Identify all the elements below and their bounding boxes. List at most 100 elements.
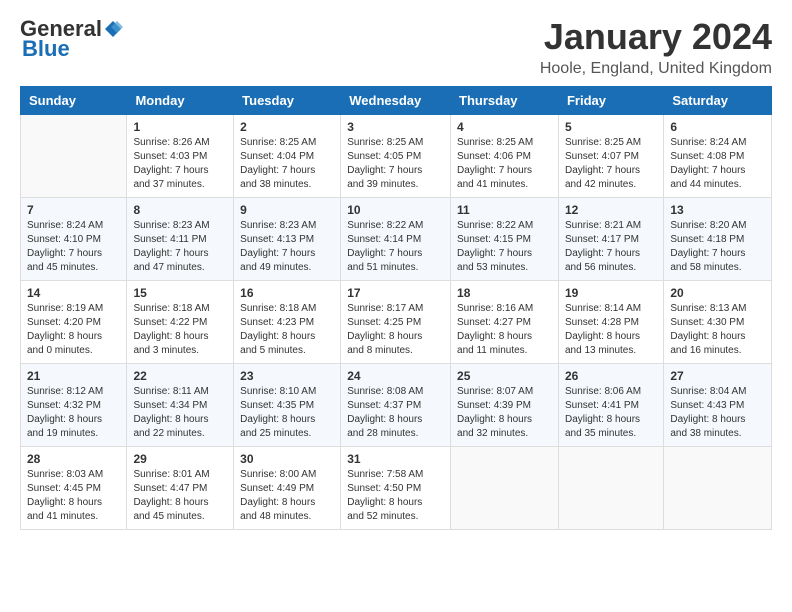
day-info: Sunrise: 8:13 AM Sunset: 4:30 PM Dayligh… (670, 302, 765, 358)
day-cell: 9 Sunrise: 8:23 AM Sunset: 4:13 PM Daylig… (234, 198, 341, 281)
day-info: Sunrise: 8:04 AM Sunset: 4:43 PM Dayligh… (670, 385, 765, 441)
day-info: Sunrise: 7:58 AM Sunset: 4:50 PM Dayligh… (347, 468, 444, 524)
day-cell: 17Sunrise: 8:17 AM Sunset: 4:25 PM Dayli… (341, 281, 451, 364)
day-info: Sunrise: 8:24 AM Sunset: 4:08 PM Dayligh… (670, 136, 765, 192)
day-cell: 28 Sunrise: 8:03 AM Sunset: 4:45 PM Dayli… (21, 447, 127, 530)
day-info: Sunrise: 8:06 AM Sunset: 4:41 PM Dayligh… (565, 385, 657, 441)
day-info: Sunrise: 8:12 AM Sunset: 4:32 PM Dayligh… (27, 385, 120, 441)
day-cell (664, 447, 772, 530)
day-number: 22 (133, 369, 227, 383)
day-cell: 5 Sunrise: 8:25 AM Sunset: 4:07 PM Daylig… (558, 115, 663, 198)
day-info: Sunrise: 8:22 AM Sunset: 4:14 PM Dayligh… (347, 219, 444, 275)
day-number: 16 (240, 286, 334, 300)
week-row-3: 14Sunrise: 8:19 AM Sunset: 4:20 PM Dayli… (21, 281, 772, 364)
day-info: Sunrise: 8:18 AM Sunset: 4:23 PM Dayligh… (240, 302, 334, 358)
logo: General Blue (20, 16, 124, 62)
day-cell: 19 Sunrise: 8:14 AM Sunset: 4:28 PM Dayli… (558, 281, 663, 364)
day-info: Sunrise: 8:11 AM Sunset: 4:34 PM Dayligh… (133, 385, 227, 441)
day-number: 21 (27, 369, 120, 383)
day-number: 15 (133, 286, 227, 300)
col-header-sunday: Sunday (21, 87, 127, 115)
col-header-thursday: Thursday (451, 87, 559, 115)
day-number: 23 (240, 369, 334, 383)
logo-blue-text: Blue (22, 36, 70, 62)
day-number: 24 (347, 369, 444, 383)
day-number: 2 (240, 120, 334, 134)
day-info: Sunrise: 8:03 AM Sunset: 4:45 PM Dayligh… (27, 468, 120, 524)
day-cell: 31 Sunrise: 7:58 AM Sunset: 4:50 PM Dayli… (341, 447, 451, 530)
month-title: January 2024 (540, 16, 772, 58)
day-number: 26 (565, 369, 657, 383)
day-cell: 15 Sunrise: 8:18 AM Sunset: 4:22 PM Dayli… (127, 281, 234, 364)
col-header-wednesday: Wednesday (341, 87, 451, 115)
col-header-friday: Friday (558, 87, 663, 115)
day-info: Sunrise: 8:10 AM Sunset: 4:35 PM Dayligh… (240, 385, 334, 441)
day-number: 5 (565, 120, 657, 134)
day-cell: 12 Sunrise: 8:21 AM Sunset: 4:17 PM Dayli… (558, 198, 663, 281)
day-number: 8 (133, 203, 227, 217)
week-row-1: 1 Sunrise: 8:26 AM Sunset: 4:03 PM Daylig… (21, 115, 772, 198)
day-info: Sunrise: 8:14 AM Sunset: 4:28 PM Dayligh… (565, 302, 657, 358)
location: Hoole, England, United Kingdom (540, 60, 772, 78)
day-number: 1 (133, 120, 227, 134)
day-cell: 21 Sunrise: 8:12 AM Sunset: 4:32 PM Dayli… (21, 364, 127, 447)
day-info: Sunrise: 8:24 AM Sunset: 4:10 PM Dayligh… (27, 219, 120, 275)
day-cell: 18 Sunrise: 8:16 AM Sunset: 4:27 PM Dayli… (451, 281, 559, 364)
day-info: Sunrise: 8:01 AM Sunset: 4:47 PM Dayligh… (133, 468, 227, 524)
day-info: Sunrise: 8:20 AM Sunset: 4:18 PM Dayligh… (670, 219, 765, 275)
day-cell: 20 Sunrise: 8:13 AM Sunset: 4:30 PM Dayli… (664, 281, 772, 364)
title-block: January 2024 Hoole, England, United King… (540, 16, 772, 78)
day-info: Sunrise: 8:25 AM Sunset: 4:07 PM Dayligh… (565, 136, 657, 192)
day-info: Sunrise: 8:18 AM Sunset: 4:22 PM Dayligh… (133, 302, 227, 358)
col-header-monday: Monday (127, 87, 234, 115)
day-cell (21, 115, 127, 198)
day-number: 9 (240, 203, 334, 217)
day-info: Sunrise: 8:23 AM Sunset: 4:13 PM Dayligh… (240, 219, 334, 275)
day-cell: 27 Sunrise: 8:04 AM Sunset: 4:43 PM Dayli… (664, 364, 772, 447)
day-info: Sunrise: 8:25 AM Sunset: 4:05 PM Dayligh… (347, 136, 444, 192)
page: General Blue January 2024 Hoole, England… (0, 0, 792, 550)
day-info: Sunrise: 8:21 AM Sunset: 4:17 PM Dayligh… (565, 219, 657, 275)
day-cell: 10 Sunrise: 8:22 AM Sunset: 4:14 PM Dayli… (341, 198, 451, 281)
day-cell: 29Sunrise: 8:01 AM Sunset: 4:47 PM Dayli… (127, 447, 234, 530)
day-cell: 3 Sunrise: 8:25 AM Sunset: 4:05 PM Daylig… (341, 115, 451, 198)
header-row: SundayMondayTuesdayWednesdayThursdayFrid… (21, 87, 772, 115)
day-info: Sunrise: 8:26 AM Sunset: 4:03 PM Dayligh… (133, 136, 227, 192)
week-row-2: 7 Sunrise: 8:24 AM Sunset: 4:10 PM Daylig… (21, 198, 772, 281)
day-info: Sunrise: 8:16 AM Sunset: 4:27 PM Dayligh… (457, 302, 552, 358)
day-number: 7 (27, 203, 120, 217)
day-number: 3 (347, 120, 444, 134)
day-cell: 1 Sunrise: 8:26 AM Sunset: 4:03 PM Daylig… (127, 115, 234, 198)
day-info: Sunrise: 8:00 AM Sunset: 4:49 PM Dayligh… (240, 468, 334, 524)
day-cell: 4Sunrise: 8:25 AM Sunset: 4:06 PM Daylig… (451, 115, 559, 198)
day-number: 10 (347, 203, 444, 217)
week-row-4: 21 Sunrise: 8:12 AM Sunset: 4:32 PM Dayli… (21, 364, 772, 447)
day-number: 28 (27, 452, 120, 466)
day-number: 31 (347, 452, 444, 466)
day-cell: 2 Sunrise: 8:25 AM Sunset: 4:04 PM Daylig… (234, 115, 341, 198)
day-number: 18 (457, 286, 552, 300)
day-cell: 14Sunrise: 8:19 AM Sunset: 4:20 PM Dayli… (21, 281, 127, 364)
day-info: Sunrise: 8:19 AM Sunset: 4:20 PM Dayligh… (27, 302, 120, 358)
day-cell (558, 447, 663, 530)
day-number: 13 (670, 203, 765, 217)
header: General Blue January 2024 Hoole, England… (20, 16, 772, 78)
day-cell: 30 Sunrise: 8:00 AM Sunset: 4:49 PM Dayli… (234, 447, 341, 530)
day-number: 27 (670, 369, 765, 383)
day-number: 12 (565, 203, 657, 217)
day-cell: 7 Sunrise: 8:24 AM Sunset: 4:10 PM Daylig… (21, 198, 127, 281)
col-header-tuesday: Tuesday (234, 87, 341, 115)
day-cell: 13 Sunrise: 8:20 AM Sunset: 4:18 PM Dayli… (664, 198, 772, 281)
day-info: Sunrise: 8:25 AM Sunset: 4:06 PM Dayligh… (457, 136, 552, 192)
day-cell: 22 Sunrise: 8:11 AM Sunset: 4:34 PM Dayli… (127, 364, 234, 447)
day-number: 30 (240, 452, 334, 466)
day-info: Sunrise: 8:25 AM Sunset: 4:04 PM Dayligh… (240, 136, 334, 192)
day-number: 6 (670, 120, 765, 134)
logo-icon (103, 19, 123, 39)
col-header-saturday: Saturday (664, 87, 772, 115)
day-cell: 8 Sunrise: 8:23 AM Sunset: 4:11 PM Daylig… (127, 198, 234, 281)
day-info: Sunrise: 8:23 AM Sunset: 4:11 PM Dayligh… (133, 219, 227, 275)
day-number: 19 (565, 286, 657, 300)
day-number: 20 (670, 286, 765, 300)
day-cell: 6 Sunrise: 8:24 AM Sunset: 4:08 PM Daylig… (664, 115, 772, 198)
